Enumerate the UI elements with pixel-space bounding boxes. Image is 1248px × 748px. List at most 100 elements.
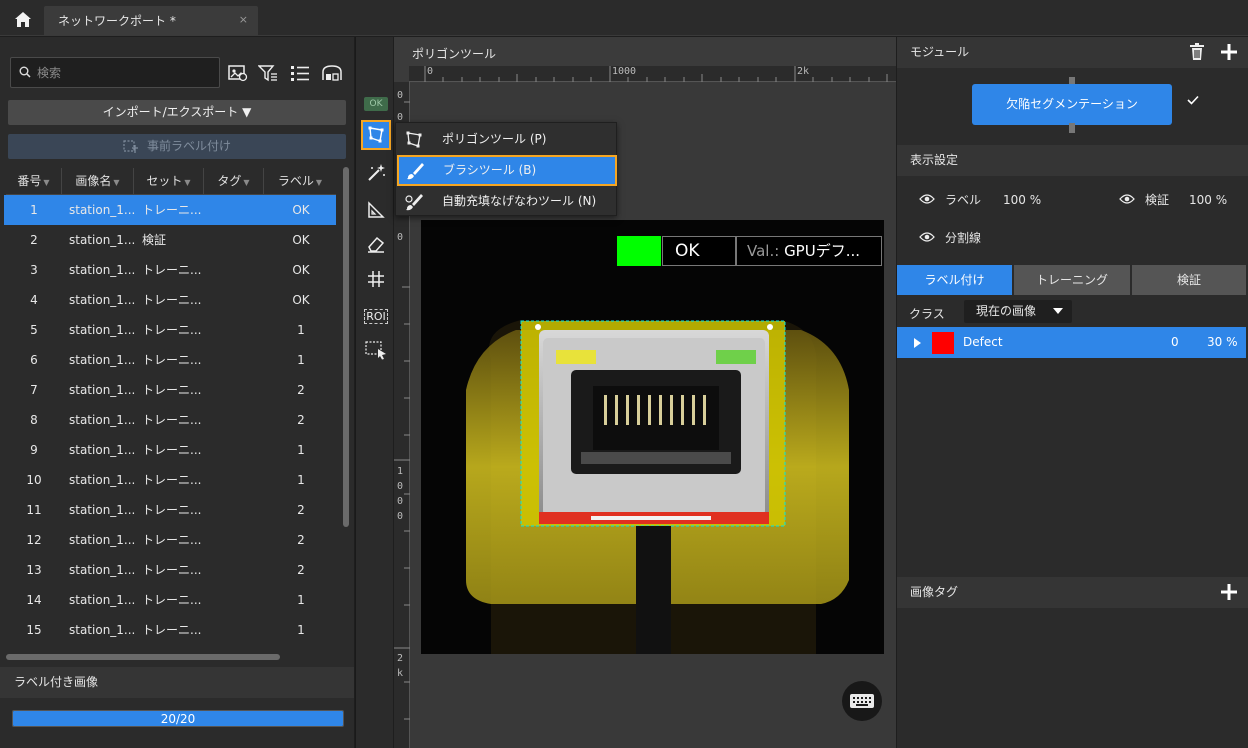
col-label[interactable]: ラベル ▼ (264, 168, 336, 195)
table-row[interactable]: 5 station_1... トレーニ... 1 (4, 315, 336, 345)
add-tag-icon[interactable] (1221, 584, 1238, 600)
image-settings-icon[interactable] (226, 61, 250, 85)
chevron-down-icon (1053, 308, 1063, 314)
row-label: 2 (297, 533, 305, 547)
row-set: トレーニ... (142, 323, 202, 337)
row-label: 1 (297, 623, 305, 637)
layout-toggle-icon[interactable] (320, 61, 344, 85)
delete-module-icon[interactable] (1189, 43, 1205, 61)
roi-tool-button[interactable]: ROI (361, 301, 391, 331)
ruler-left-label: 0 (397, 496, 404, 507)
row-number: 5 (30, 323, 38, 337)
horizontal-scrollbar[interactable] (6, 654, 280, 660)
add-module-icon[interactable] (1221, 44, 1237, 60)
ok-chip[interactable]: OK (364, 97, 388, 111)
row-number: 12 (26, 533, 42, 547)
keyboard-icon (850, 694, 874, 708)
table-row[interactable]: 14 station_1... トレーニ... 1 (4, 585, 336, 615)
row-label: 2 (297, 563, 305, 577)
inspection-image[interactable] (421, 220, 884, 654)
pre-label-button[interactable]: 事前ラベル付け (8, 134, 346, 159)
search-input[interactable] (37, 63, 217, 83)
shape-tool-button[interactable] (361, 195, 391, 225)
row-image-name: station_1... (69, 203, 136, 217)
home-button[interactable] (6, 6, 40, 33)
table-row[interactable]: 6 station_1... トレーニ... 1 (4, 345, 336, 375)
divider-visibility[interactable]: 分割線 (919, 228, 1039, 248)
import-export-button[interactable]: インポート/エクスポート ▼ (8, 100, 346, 125)
module-section-title: モジュール (910, 45, 970, 59)
table-row[interactable]: 15 station_1... トレーニ... 1 (4, 615, 336, 645)
table-row[interactable]: 2 station_1... 検証 OK (4, 225, 336, 255)
row-set: トレーニ... (142, 263, 202, 277)
tab-training[interactable]: トレーニング (1014, 265, 1130, 295)
class-scope-select[interactable]: 現在の画像 (964, 300, 1072, 323)
table-row[interactable]: 3 station_1... トレーニ... OK (4, 255, 336, 285)
table-row[interactable]: 13 station_1... トレーニ... 2 (4, 555, 336, 585)
expand-arrow-icon[interactable] (914, 338, 921, 348)
pre-label-button-label: 事前ラベル付け (146, 139, 231, 153)
row-number: 8 (30, 413, 38, 427)
tab-labeling[interactable]: ラベル付け (897, 265, 1012, 295)
menu-item-label: ポリゴンツール (P) (442, 132, 547, 146)
row-set: トレーニ... (142, 503, 202, 517)
image-table-header: 番号 ▼ 画像名 ▼ セット ▼ タグ ▼ ラベル ▼ (6, 168, 336, 195)
table-row[interactable]: 1 station_1... トレーニ... OK (4, 195, 336, 225)
label-visibility[interactable]: ラベル 100 % (919, 190, 1059, 210)
col-tag[interactable]: タグ ▼ (204, 168, 264, 195)
menu-item-label: 自動充填なげなわツール (N) (442, 194, 597, 208)
col-set[interactable]: セット ▼ (134, 168, 204, 195)
display-settings-header: 表示設定 (897, 145, 1248, 176)
row-set: 検証 (142, 233, 167, 247)
table-row[interactable]: 10 station_1... トレーニ... 1 (4, 465, 336, 495)
col-image-name[interactable]: 画像名 ▼ (62, 168, 134, 195)
eraser-tool-button[interactable] (361, 229, 391, 259)
grid-icon (368, 271, 384, 287)
ruler-left-label: 0 (397, 90, 404, 101)
class-row-defect[interactable]: Defect 0 30 % (897, 327, 1246, 358)
polygon-tool-button[interactable] (361, 120, 391, 150)
row-label: 1 (297, 473, 305, 487)
class-name: Defect (963, 335, 1003, 349)
divider-visibility-label: 分割線 (945, 231, 982, 245)
labeled-progress-text: 20/20 (160, 712, 196, 726)
class-scope-value: 現在の画像 (976, 304, 1037, 318)
project-tab-label: ネットワークポート * (58, 14, 176, 28)
search-box[interactable] (10, 57, 220, 88)
row-set: トレーニ... (142, 473, 202, 487)
inference-result-bar: OK Val.: GPUデフ... (617, 236, 882, 266)
list-view-icon[interactable] (288, 61, 312, 85)
table-row[interactable]: 12 station_1... トレーニ... 2 (4, 525, 336, 555)
menu-item-polygon-tool[interactable]: ポリゴンツール (P) (396, 124, 616, 155)
menu-item-lasso-fill-tool[interactable]: 自動充填なげなわツール (N) (396, 186, 616, 217)
defect-segmentation-module[interactable]: 欠陥セグメンテーション (972, 84, 1172, 125)
table-row[interactable]: 9 station_1... トレーニ... 1 (4, 435, 336, 465)
select-region-tool-button[interactable] (361, 335, 391, 365)
table-row[interactable]: 11 station_1... トレーニ... 2 (4, 495, 336, 525)
table-row[interactable]: 4 station_1... トレーニ... OK (4, 285, 336, 315)
row-set: トレーニ... (142, 203, 202, 217)
grid-tool-button[interactable] (361, 264, 391, 294)
labeled-images-title: ラベル付き画像 (0, 667, 354, 698)
select-region-icon (365, 341, 386, 360)
image-tag-title: 画像タグ (910, 585, 959, 599)
polygon-icon (368, 126, 384, 143)
tab-verification[interactable]: 検証 (1132, 265, 1246, 295)
image-table-body: 1 station_1... トレーニ... OK 2 station_1... 検証 OK 3… (4, 195, 336, 650)
vertical-scrollbar[interactable] (343, 167, 349, 527)
class-color-swatch[interactable] (932, 332, 954, 354)
row-set: トレーニ... (142, 383, 202, 397)
verify-visibility[interactable]: 検証 100 % (1119, 190, 1239, 210)
table-row[interactable]: 8 station_1... トレーニ... 2 (4, 405, 336, 435)
col-number[interactable]: 番号 ▼ (6, 168, 62, 195)
table-row[interactable]: 7 station_1... トレーニ... 2 (4, 375, 336, 405)
magic-wand-tool-button[interactable] (361, 158, 391, 188)
tab-close-icon[interactable]: × (239, 13, 248, 26)
search-icon (19, 66, 31, 78)
menu-item-brush-tool[interactable]: ブラシツール (B) (397, 155, 617, 186)
filter-icon[interactable] (256, 61, 280, 85)
project-tab[interactable]: ネットワークポート * × (44, 6, 258, 35)
class-label: クラス (909, 307, 945, 321)
keyboard-shortcuts-button[interactable] (842, 681, 882, 721)
row-label: OK (292, 233, 310, 247)
